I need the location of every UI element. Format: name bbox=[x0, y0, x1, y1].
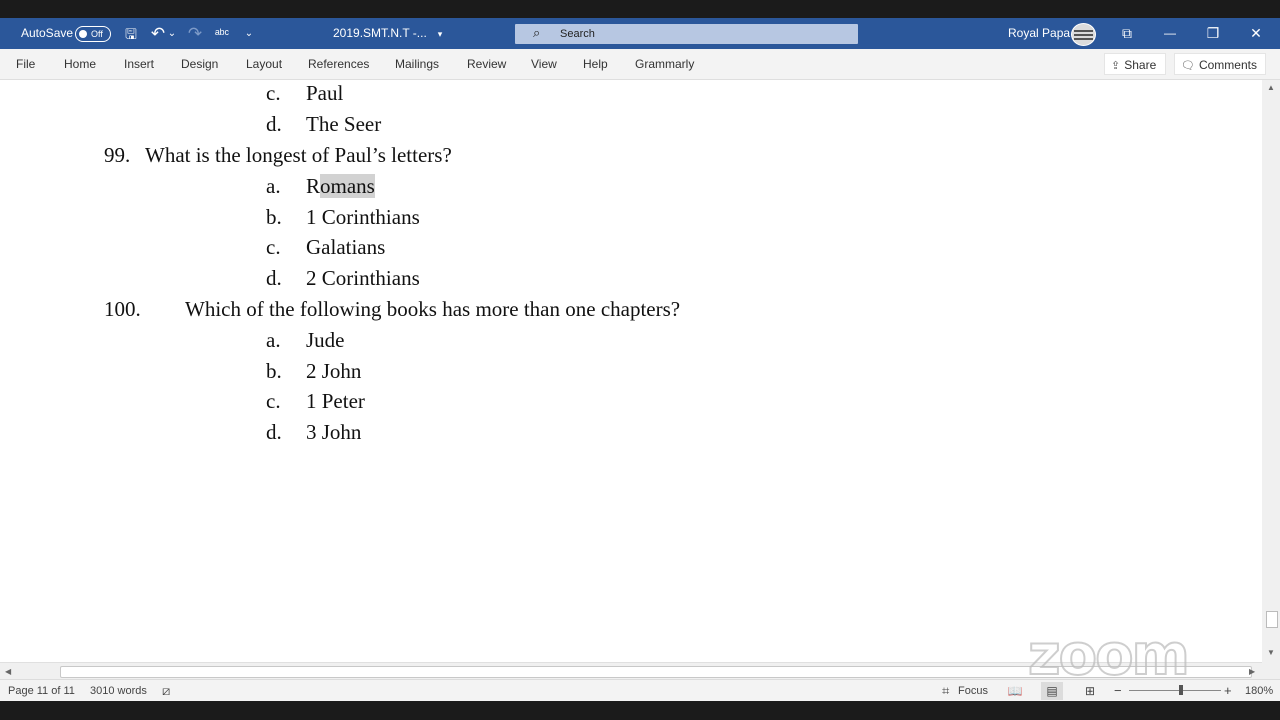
focus-label[interactable]: Focus bbox=[958, 680, 988, 702]
search-box[interactable]: ⌕ Search bbox=[515, 24, 858, 44]
tab-design[interactable]: Design bbox=[181, 49, 218, 79]
text-selection-highlight: omans bbox=[320, 174, 375, 198]
redo-icon[interactable]: ↷ bbox=[186, 25, 204, 43]
search-placeholder: Search bbox=[560, 28, 595, 40]
comments-label: Comments bbox=[1198, 58, 1257, 72]
tab-view[interactable]: View bbox=[531, 49, 557, 79]
share-label: Share bbox=[1124, 58, 1157, 72]
tab-layout[interactable]: Layout bbox=[246, 49, 282, 79]
undo-dropdown-icon[interactable]: ⌄ bbox=[166, 25, 178, 43]
vertical-scroll-thumb[interactable] bbox=[1266, 611, 1278, 628]
page-info[interactable]: Page 11 of 11 bbox=[8, 680, 75, 702]
zoom-slider[interactable] bbox=[1129, 685, 1221, 695]
zoom-out-button[interactable]: − bbox=[1114, 680, 1122, 702]
user-name[interactable]: Royal Papa bbox=[1008, 18, 1070, 49]
option-text: 1 Corinthians bbox=[306, 205, 420, 229]
status-bar: Page 11 of 11 3010 words ⧄ ⌗ Focus 📖 ▤ ⊞… bbox=[0, 679, 1280, 702]
zoom-level[interactable]: 180% bbox=[1245, 680, 1273, 702]
scroll-up-icon[interactable]: ▲ bbox=[1262, 83, 1280, 92]
comments-button[interactable]: 🗨 Comments bbox=[1174, 53, 1266, 75]
autosave-state: Off bbox=[91, 29, 103, 39]
tab-insert[interactable]: Insert bbox=[124, 49, 154, 79]
option-text: 2 John bbox=[306, 359, 362, 383]
option-text: 3 John bbox=[306, 420, 362, 444]
screen-bottom-bar bbox=[0, 701, 1280, 720]
document-title[interactable]: 2019.SMT.N.T -... bbox=[333, 18, 427, 49]
option-label: a. bbox=[266, 328, 281, 352]
ribbon-display-options-icon[interactable]: ⧉ bbox=[1105, 18, 1149, 49]
question-text: What is the longest of Paul’s letters? bbox=[145, 143, 452, 167]
option-text: Galatians bbox=[306, 235, 386, 259]
vertical-scrollbar[interactable]: ▲ ▼ bbox=[1262, 80, 1280, 662]
option-label: d. bbox=[266, 266, 282, 290]
avatar[interactable] bbox=[1071, 23, 1096, 46]
scroll-right-icon[interactable]: ▶ bbox=[1249, 663, 1255, 680]
option-label: c. bbox=[266, 389, 281, 413]
option-text: Paul bbox=[306, 81, 344, 105]
comments-icon: 🗨 bbox=[1181, 60, 1195, 72]
tab-file[interactable]: File bbox=[16, 49, 35, 79]
proofing-icon[interactable]: ⧄ bbox=[162, 680, 170, 702]
customize-quick-access-icon[interactable]: ⌄ bbox=[240, 25, 258, 43]
ribbon-tabs: File Home Insert Design Layout Reference… bbox=[0, 49, 1280, 80]
read-mode-icon[interactable]: 📖 bbox=[1004, 682, 1026, 700]
scroll-down-icon[interactable]: ▼ bbox=[1262, 648, 1280, 657]
share-icon: ⇪ bbox=[1111, 60, 1121, 72]
minimize-icon[interactable]: — bbox=[1148, 18, 1192, 49]
undo-icon[interactable]: ↶ bbox=[149, 25, 167, 43]
option-label: d. bbox=[266, 420, 282, 444]
question-number: 99. bbox=[104, 143, 131, 167]
share-button[interactable]: ⇪ Share bbox=[1104, 53, 1166, 75]
zoom-slider-knob[interactable] bbox=[1179, 685, 1183, 695]
option-label: c. bbox=[266, 81, 281, 105]
restore-icon[interactable]: ❐ bbox=[1191, 18, 1235, 49]
tab-help[interactable]: Help bbox=[583, 49, 608, 79]
tab-mailings[interactable]: Mailings bbox=[395, 49, 439, 79]
option-label: a. bbox=[266, 174, 281, 198]
option-text: Jude bbox=[306, 328, 345, 352]
scrollbar-corner bbox=[1262, 662, 1280, 679]
option-text: The Seer bbox=[306, 112, 382, 136]
zoom-in-button[interactable]: + bbox=[1224, 680, 1232, 702]
spelling-icon[interactable]: ᵃᵇᶜ bbox=[213, 25, 231, 43]
close-icon[interactable]: ✕ bbox=[1234, 18, 1278, 49]
screen-top-bar bbox=[0, 0, 1280, 18]
option-text-selected: Romans bbox=[306, 173, 375, 199]
title-bar: AutoSave Off 🖫 ↶ ⌄ ↷ ᵃᵇᶜ ⌄ 2019.SMT.N.T … bbox=[0, 18, 1280, 49]
option-text-start: R bbox=[306, 174, 321, 198]
scroll-left-icon[interactable]: ◀ bbox=[5, 663, 11, 680]
toggle-knob bbox=[79, 30, 87, 38]
tab-review[interactable]: Review bbox=[467, 49, 506, 79]
print-layout-icon[interactable]: ▤ bbox=[1041, 682, 1063, 700]
option-text: 2 Corinthians bbox=[306, 266, 420, 290]
question-number: 100. bbox=[104, 297, 141, 321]
zoom-watermark: zoom bbox=[1027, 623, 1191, 688]
chevron-down-icon[interactable]: ▾ bbox=[431, 25, 449, 43]
tab-home[interactable]: Home bbox=[64, 49, 96, 79]
option-label: b. bbox=[266, 359, 282, 383]
save-icon[interactable]: 🖫 bbox=[122, 25, 140, 43]
option-label: d. bbox=[266, 112, 282, 136]
tab-references[interactable]: References bbox=[308, 49, 369, 79]
focus-icon[interactable]: ⌗ bbox=[942, 680, 949, 702]
autosave-label: AutoSave bbox=[21, 26, 74, 40]
tab-grammarly[interactable]: Grammarly bbox=[635, 49, 694, 79]
option-label: b. bbox=[266, 205, 282, 229]
option-label: c. bbox=[266, 235, 281, 259]
word-count[interactable]: 3010 words bbox=[90, 680, 147, 702]
document-page[interactable]: c. Paul d. The Seer 99. What is the long… bbox=[0, 80, 1262, 662]
search-icon: ⌕ bbox=[533, 25, 541, 40]
autosave-toggle[interactable]: Off bbox=[75, 26, 111, 42]
question-text: Which of the following books has more th… bbox=[185, 297, 681, 321]
option-text: 1 Peter bbox=[306, 389, 365, 413]
web-layout-icon[interactable]: ⊞ bbox=[1079, 682, 1101, 700]
